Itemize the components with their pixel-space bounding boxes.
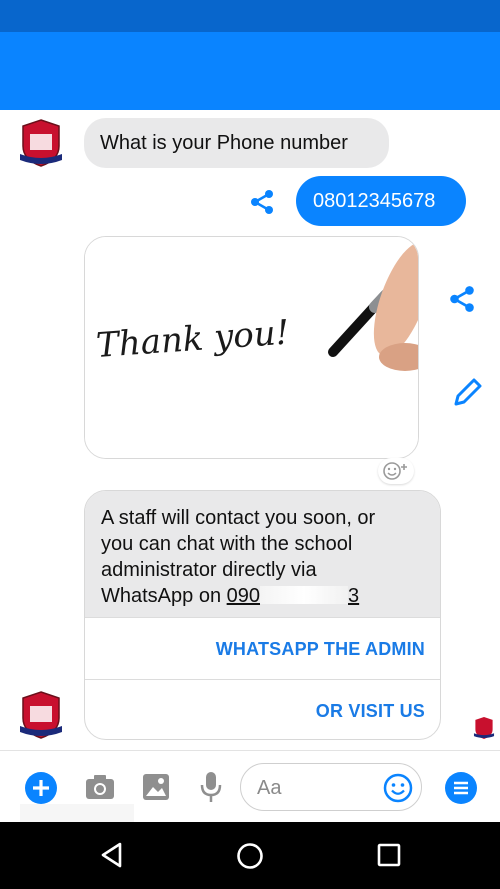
message-input[interactable]: Aa [240, 763, 422, 811]
message-text: What is your Phone number [100, 132, 348, 154]
admin-phone-start: 090 [226, 585, 261, 607]
admin-phone-link[interactable]: 090 3 [227, 585, 360, 607]
back-icon[interactable] [100, 842, 124, 868]
school-logo-avatar[interactable] [18, 118, 64, 168]
keyboard-hint [20, 804, 134, 822]
staff-text-line: administrator directly via [101, 559, 317, 581]
admin-phone-end: 3 [348, 585, 360, 607]
app-header [0, 32, 500, 110]
thank-you-illustration: Thank you! [85, 237, 418, 458]
staff-text-prefix: WhatsApp on [101, 585, 222, 607]
message-input-placeholder: Aa [257, 777, 282, 799]
plus-icon[interactable] [24, 771, 58, 805]
outgoing-message[interactable]: 08012345678 [296, 176, 466, 226]
menu-icon[interactable] [444, 771, 478, 805]
staff-text-line: you can chat with the school [101, 533, 353, 555]
redacted-digits [260, 586, 349, 604]
edit-icon[interactable] [450, 376, 484, 410]
whatsapp-admin-button[interactable]: WHATSAPP THE ADMIN [85, 617, 440, 679]
phone-link[interactable]: 08012345678 [313, 190, 435, 213]
staff-message-card: A staff will contact you soon, or you ca… [84, 490, 441, 740]
share-image-icon[interactable] [447, 284, 477, 314]
incoming-message: What is your Phone number [84, 118, 389, 168]
visit-us-button[interactable]: OR VISIT US [85, 679, 440, 739]
camera-icon[interactable] [84, 773, 116, 801]
add-reaction-icon [383, 462, 407, 480]
thank-you-image[interactable]: Thank you! [84, 236, 419, 459]
mic-icon[interactable] [200, 771, 222, 803]
emoji-icon[interactable] [383, 773, 413, 803]
status-bar [0, 0, 500, 32]
system-nav-bar [0, 822, 500, 889]
staff-message: A staff will contact you soon, or you ca… [85, 491, 440, 617]
add-reaction-button[interactable] [378, 458, 414, 484]
recents-icon[interactable] [377, 843, 401, 867]
share-icon[interactable] [248, 188, 276, 216]
staff-text-line: A staff will contact you soon, or [101, 507, 376, 529]
school-logo-avatar[interactable] [18, 690, 64, 740]
seen-avatar [473, 717, 495, 739]
home-icon[interactable] [236, 842, 264, 870]
image-icon[interactable] [142, 773, 170, 801]
staff-text-line: WhatsApp on 090 3 [101, 583, 424, 609]
